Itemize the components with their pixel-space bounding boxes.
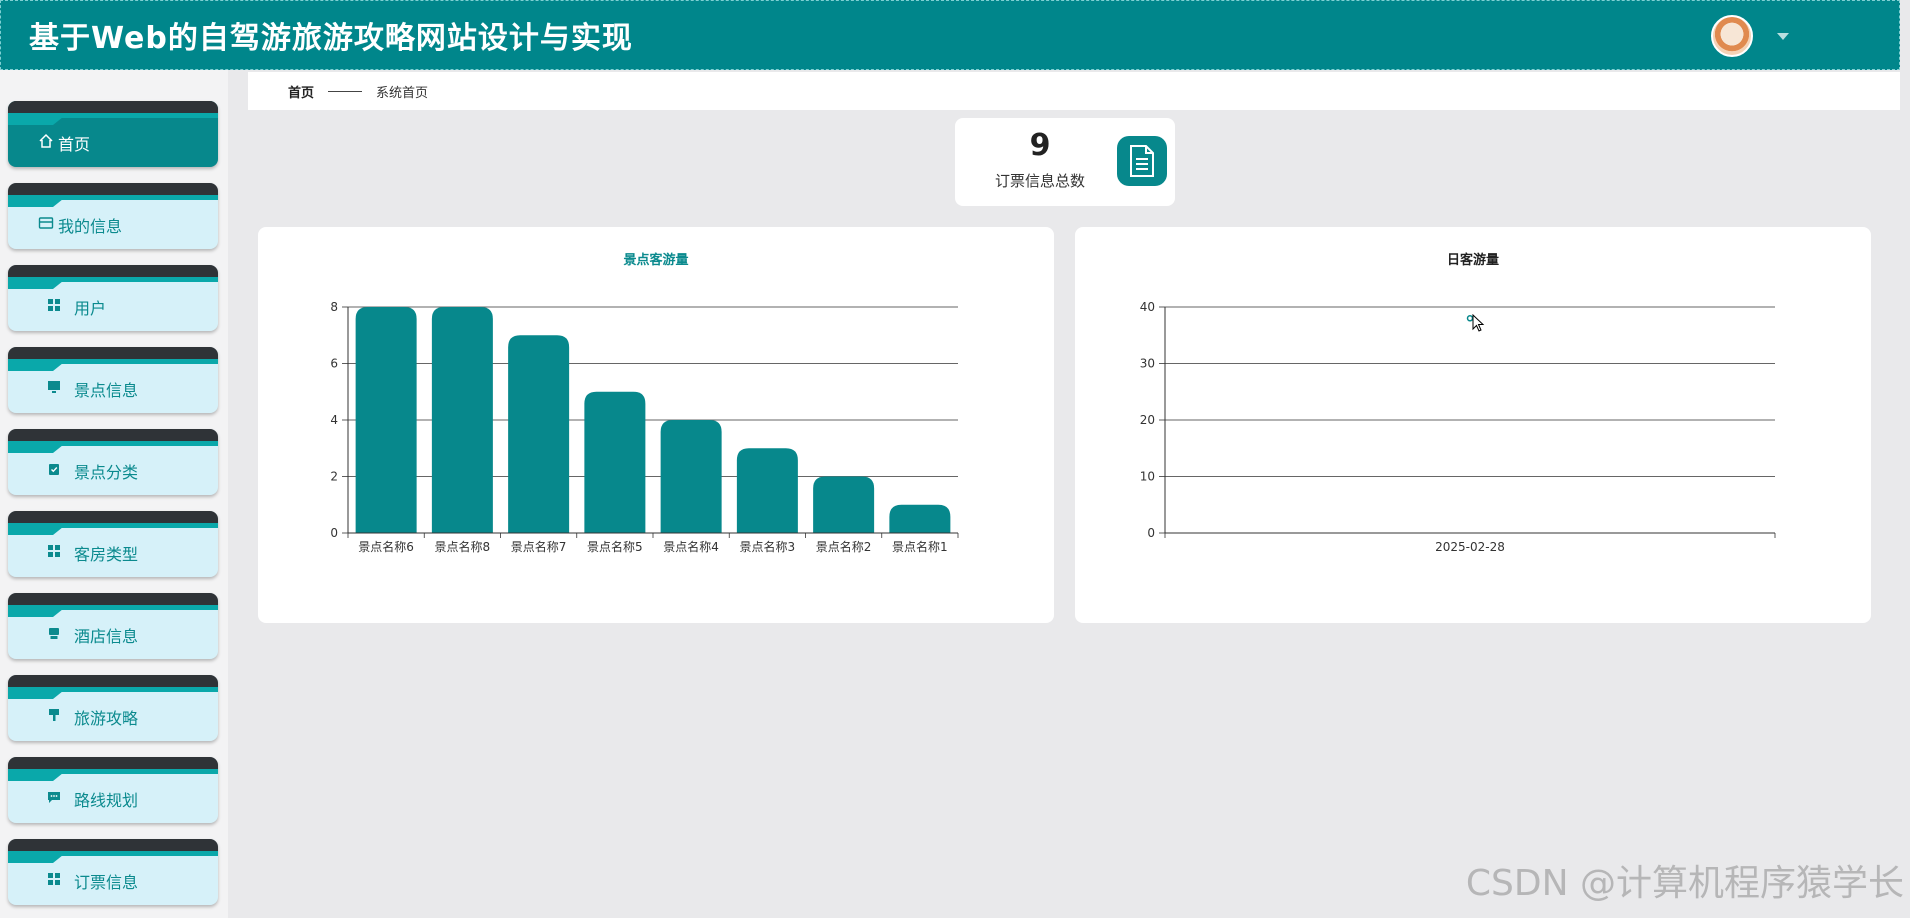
x-tick-label: 景点名称4 [663,539,719,554]
chevron-down-icon[interactable] [1777,32,1789,40]
message-icon [46,790,62,808]
y-tick-label: 0 [330,526,338,540]
stat-value: 9 [1029,128,1051,163]
stat-label: 订票信息总数 [994,172,1085,190]
x-tick-label: 景点名称8 [435,539,491,554]
home-icon [38,133,54,153]
x-tick-label: 景点名称2 [816,539,872,554]
sidebar-item-label: 景点分类 [74,462,139,482]
y-tick-label: 0 [1147,526,1155,540]
y-tick-label: 2 [330,470,338,484]
y-tick-label: 6 [330,357,338,371]
sidebar-item-label: 用户 [74,298,107,318]
y-tick-label: 40 [1140,300,1155,314]
line-chart: 0 10 20 30 40 2025-02-28 [1140,300,1776,554]
sidebar-item-travel-guide[interactable]: 旅游攻略 [8,675,218,741]
ticket-total-card: 9 订票信息总数 [955,118,1175,206]
grid-icon [46,544,62,562]
scenic-visitors-chart-card: 景点客游量 0 2 4 6 8 景点名称6 景点名称8 景点名称7 景点名称5 景点名称4 景点名称… [258,227,1054,623]
clipboard-check-icon [46,462,62,480]
brush-icon [46,708,62,726]
y-tick-label: 8 [330,300,338,314]
breadcrumb-home[interactable]: 首页 [288,82,314,101]
sidebar-item-my-info[interactable]: 我的信息 [8,183,218,249]
card-icon [38,215,54,235]
y-tick-label: 20 [1140,413,1155,427]
y-tick-label: 10 [1140,470,1155,484]
sidebar-item-hotel-info[interactable]: 酒店信息 [8,593,218,659]
document-icon [1117,136,1167,186]
sidebar-item-label: 景点信息 [74,380,139,400]
bar [660,420,722,533]
x-tick-label: 景点名称1 [892,539,948,554]
bar [355,307,417,533]
sidebar-item-label: 酒店信息 [74,626,139,646]
site-title: 基于Web的自驾游旅游攻略网站设计与实现 [29,21,633,56]
grid-icon [46,872,62,890]
y-tick-label: 4 [330,413,338,427]
sidebar: 首页 我的信息 用户 景点信息 景点分类 客房类型 酒店信息 旅游攻略 路线规划… [0,70,228,918]
x-tick-label: 景点名称5 [587,539,643,554]
x-tick-label: 景点名称7 [511,539,567,554]
bar [736,448,798,533]
sidebar-item-label: 订票信息 [74,872,139,892]
watermark: CSDN @计算机程序猿学长 [1465,863,1904,904]
x-tick-label: 2025-02-28 [1435,540,1505,554]
x-tick-label: 景点名称3 [740,539,796,554]
x-tick-label: 景点名称6 [358,539,414,554]
sidebar-item-scenic-info[interactable]: 景点信息 [8,347,218,413]
bar [584,391,646,533]
grid-icon [46,298,62,316]
bar [431,307,493,533]
breadcrumb-separator [328,90,363,92]
sidebar-item-label: 客房类型 [74,544,139,564]
mouse-cursor-icon [1472,314,1485,332]
printer-icon [46,626,62,644]
sidebar-item-users[interactable]: 用户 [8,265,218,331]
breadcrumb-current: 系统首页 [376,85,429,101]
y-tick-label: 30 [1140,357,1155,371]
bar [813,476,875,533]
sidebar-item-label: 首页 [58,134,91,154]
sidebar-item-scenic-category[interactable]: 景点分类 [8,429,218,495]
sidebar-item-route-planning[interactable]: 路线规划 [8,757,218,823]
bar [889,504,951,533]
top-header: 基于Web的自驾游旅游攻略网站设计与实现 [0,0,1900,70]
daily-visitors-chart-card: 日客游量 0 10 20 30 40 2025-02-28 [1075,227,1871,623]
sidebar-item-home[interactable]: 首页 [8,101,218,167]
bar [508,335,570,533]
avatar[interactable] [1711,15,1753,57]
monitor-icon [46,380,62,398]
sidebar-item-room-type[interactable]: 客房类型 [8,511,218,577]
sidebar-item-ticket-info[interactable]: 订票信息 [8,839,218,905]
bar-chart: 0 2 4 6 8 景点名称6 景点名称8 景点名称7 景点名称5 景点名称4 景点名称3 景点名称2… [330,300,959,554]
breadcrumb: 首页 系统首页 [248,72,1900,110]
sidebar-item-label: 旅游攻略 [74,708,139,728]
user-menu[interactable] [1711,15,1789,57]
sidebar-item-label: 我的信息 [58,216,123,236]
sidebar-item-label: 路线规划 [74,790,139,810]
